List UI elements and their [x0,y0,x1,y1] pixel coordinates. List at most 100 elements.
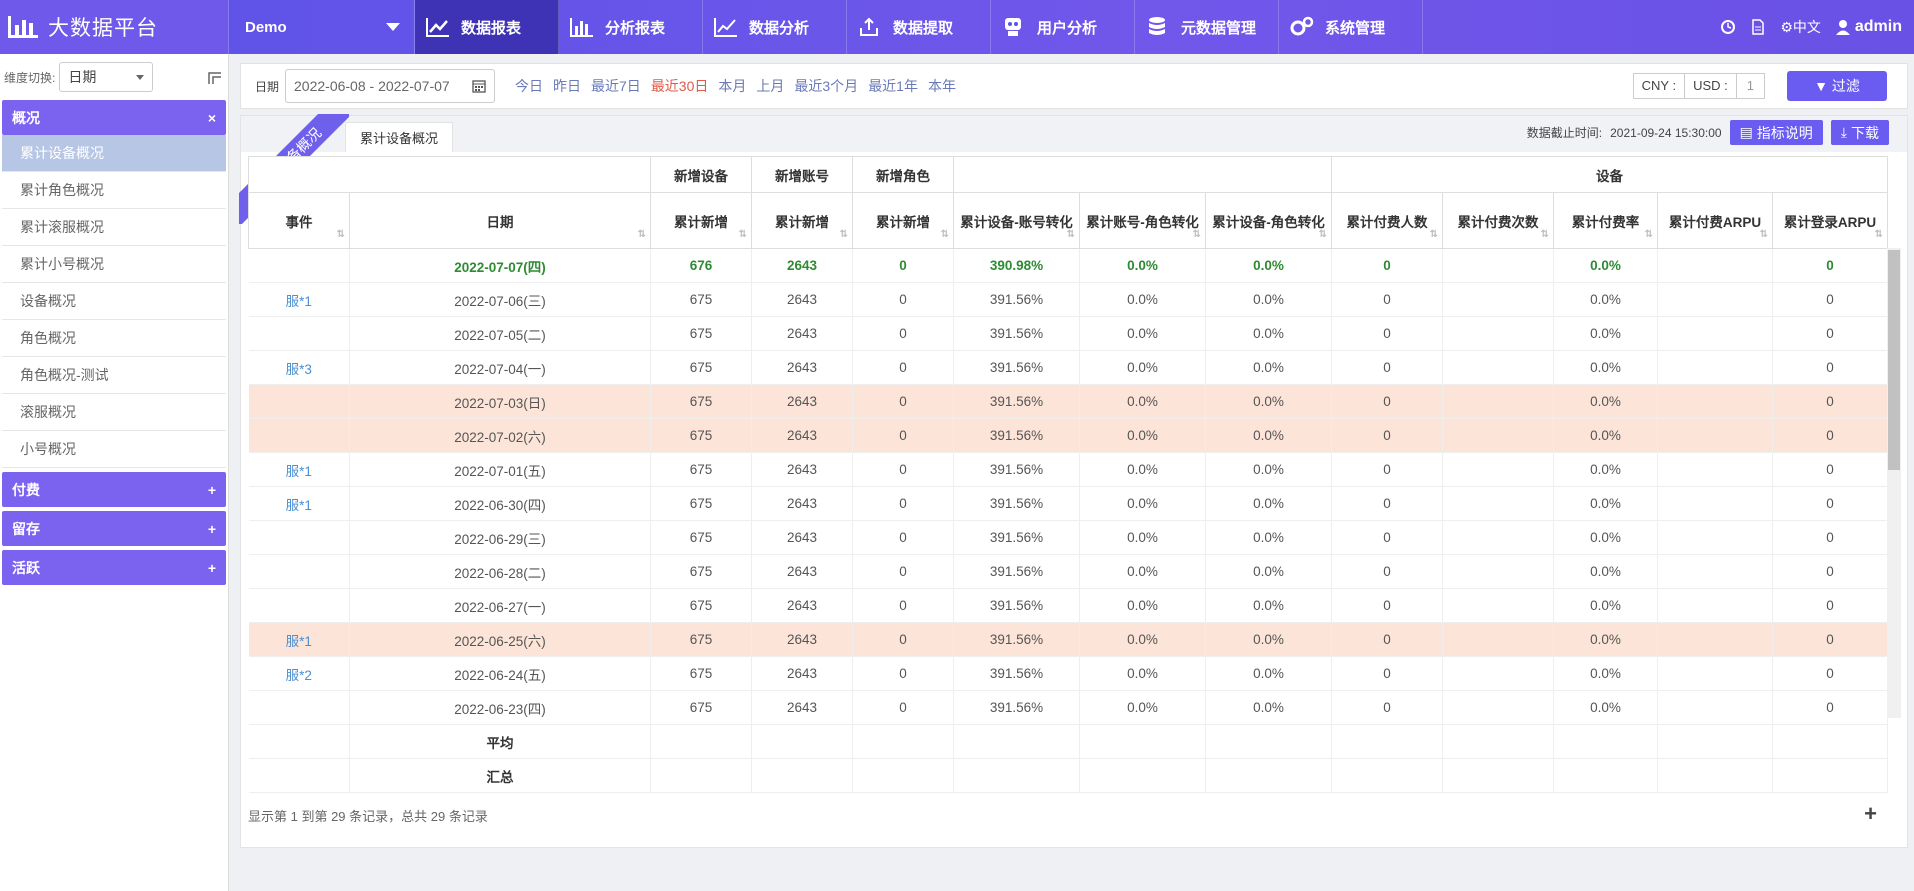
sidebar-item-device[interactable]: 设备概况 [2,283,226,320]
nav-item-user-analysis[interactable]: 用户分析 [991,0,1135,54]
summary-cell [1553,758,1659,793]
sidebar-item-alt[interactable]: 小号概况 [2,431,226,468]
table-row: 2022-07-03(日) 675 2643 0 391.56% 0.0% 0.0% 0 0.0… [248,384,1889,419]
currency-rate: CNY : USD : 1 [1632,73,1765,99]
date-range-input[interactable]: 2022-06-08 - 2022-07-07 [285,69,496,103]
group-header-new-role: 新增角色 [852,156,954,193]
user-menu[interactable]: admin [1835,18,1902,36]
quick-last-month[interactable]: 上月 [756,76,784,96]
metrics-doc-button[interactable]: ▤ 指标说明 [1729,120,1823,145]
column-header[interactable]: 累计设备-账号转化 [953,192,1080,249]
quick-this-year[interactable]: 本年 [928,76,956,96]
quick-last30[interactable]: 最近30日 [651,76,709,96]
table-scrollbar[interactable] [1887,248,1901,718]
value-cell: 0 [1772,248,1889,283]
sidebar-item-rolling[interactable]: 滚服概况 [2,394,226,431]
quick-today[interactable]: 今日 [515,76,543,96]
value-cell: 390.98% [953,248,1080,283]
plus-icon[interactable]: + [208,482,216,498]
sidebar-group-overview[interactable]: 概况 × [2,100,226,135]
sidebar-group-retention[interactable]: 留存 + [2,511,226,546]
quick-last1y[interactable]: 最近1年 [868,76,918,96]
collapse-sidebar-icon[interactable] [206,68,224,86]
column-header[interactable]: 累计新增 [650,192,752,249]
column-header[interactable]: 日期 [349,192,651,249]
sidebar-group-payment[interactable]: 付费 + [2,472,226,507]
nav-item-data-extract[interactable]: 数据提取 [847,0,991,54]
column-header[interactable]: 累计付费率 [1553,192,1659,249]
event-cell[interactable]: 服*1 [248,282,350,317]
sidebar-item-cumulative-role[interactable]: 累计角色概况 [2,172,226,209]
event-cell[interactable]: 服*3 [248,350,350,385]
nav-item-analysis-report[interactable]: 分析报表 [559,0,703,54]
project-select[interactable]: Demo [229,0,415,54]
quick-yesterday[interactable]: 昨日 [553,76,581,96]
sidebar-item-role-test[interactable]: 角色概况-测试 [2,357,226,394]
date-cell: 2022-06-23(四) [349,690,651,725]
value-cell: 0 [1772,282,1889,317]
scrollbar-thumb[interactable] [1888,250,1900,470]
column-header[interactable]: 累计付费人数 [1331,192,1444,249]
value-cell: 0 [1331,486,1444,521]
caret-down-icon [136,74,145,80]
quick-last3m[interactable]: 最近3个月 [794,76,858,96]
filter-button[interactable]: ▼ 过滤 [1787,71,1887,101]
event-cell [248,384,350,419]
value-cell: 0 [1331,282,1444,317]
column-header[interactable]: 累计付费ARPU [1657,192,1774,249]
value-cell: 391.56% [953,554,1080,589]
sidebar-group-active[interactable]: 活跃 + [2,550,226,585]
quick-last7[interactable]: 最近7日 [591,76,641,96]
column-header[interactable]: 累计设备-角色转化 [1204,192,1333,249]
currency-rate-input[interactable]: 1 [1737,74,1764,98]
table-row: 2022-06-23(四) 675 2643 0 391.56% 0.0% 0.0% 0 0.0… [248,690,1889,725]
quick-this-month[interactable]: 本月 [718,76,746,96]
sidebar-item-cumulative-alt[interactable]: 累计小号概况 [2,246,226,283]
column-header[interactable]: 累计账号-角色转化 [1079,192,1206,249]
close-icon[interactable]: × [208,110,216,126]
tab-cumulative-device[interactable]: 累计设备概况 [345,122,454,152]
event-cell[interactable]: 服*1 [248,486,350,521]
dimension-select[interactable]: 日期 [59,62,154,92]
column-header[interactable]: 累计新增 [852,192,954,249]
nav-item-label: 系统管理 [1325,19,1386,37]
sidebar-item-cumulative-device[interactable]: 累计设备概况 [2,135,226,172]
language-switch[interactable]: ⚙中文 [1780,17,1821,37]
nav-item-metadata[interactable]: 元数据管理 [1135,0,1279,54]
summary-cell [1442,724,1555,759]
column-header[interactable]: 累计新增 [751,192,853,249]
brand[interactable]: 大数据平台 [0,0,229,54]
date-cell: 2022-07-03(日) [349,384,651,419]
user-analysis-icon [1005,18,1021,36]
plus-icon[interactable]: + [208,560,216,576]
value-cell: 0.0% [1079,418,1206,453]
clock-icon[interactable] [1720,19,1736,35]
summary-cell [1553,724,1659,759]
plus-icon[interactable]: + [208,521,216,537]
language-label: 中文 [1792,19,1821,35]
event-cell[interactable]: 服*1 [248,452,350,487]
column-header[interactable]: 累计付费次数 [1442,192,1555,249]
metrics-doc-label: 指标说明 [1756,124,1813,141]
value-cell: 675 [650,520,752,555]
value-cell: 391.56% [953,656,1080,691]
event-cell[interactable]: 服*2 [248,656,350,691]
summary-cell [1205,724,1333,759]
add-icon[interactable]: + [1864,801,1877,827]
value-cell: 0.0% [1079,384,1206,419]
column-header[interactable]: 事件 [248,192,350,249]
nav-item-data-report[interactable]: 数据报表 [415,0,559,54]
column-header[interactable]: 累计登录ARPU [1772,192,1889,249]
nav-item-data-analysis[interactable]: 数据分析 [703,0,847,54]
summary-cell [852,724,954,759]
nav-item-system[interactable]: 系统管理 [1279,0,1423,54]
sidebar-item-cumulative-rolling[interactable]: 累计滚服概况 [2,209,226,246]
value-cell: 0 [1772,656,1889,691]
download-button[interactable]: ⤓ 下载 [1830,120,1889,145]
date-label: 日期 [255,79,280,94]
group-label: 活跃 [12,559,40,576]
document-icon[interactable] [1750,19,1766,35]
sidebar-item-role[interactable]: 角色概况 [2,320,226,357]
event-cell[interactable]: 服*1 [248,622,350,657]
value-cell: 0 [1772,690,1889,725]
